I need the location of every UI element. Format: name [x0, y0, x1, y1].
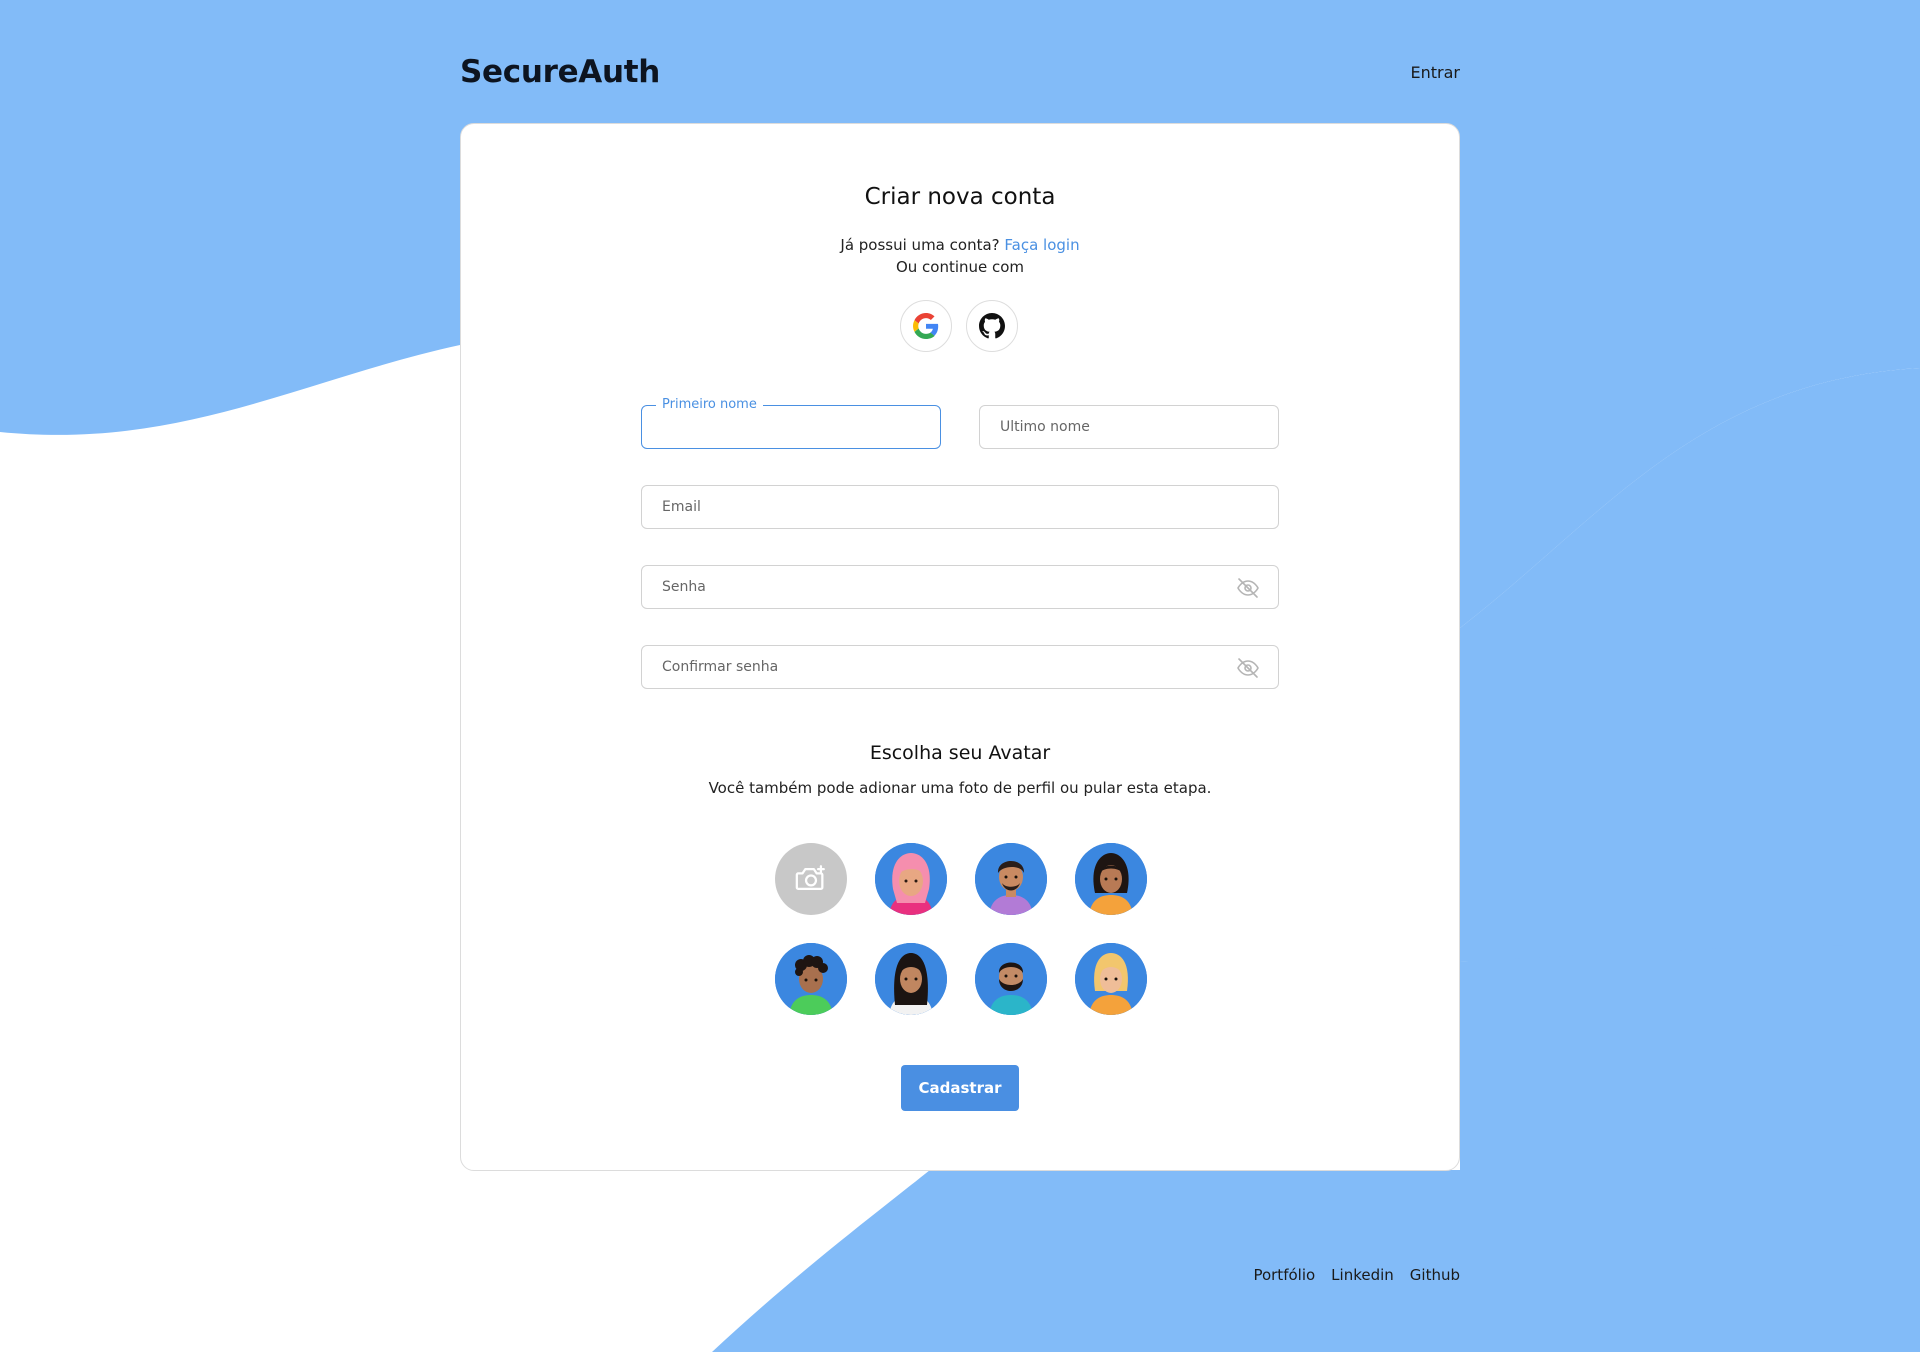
last-name-field[interactable]	[979, 405, 1279, 449]
last-name-input[interactable]	[980, 406, 1278, 448]
avatar-option-5[interactable]	[875, 943, 947, 1015]
avatar-option-4[interactable]	[775, 943, 847, 1015]
confirm-password-field[interactable]	[641, 645, 1279, 689]
page-title: Criar nova conta	[864, 184, 1056, 210]
first-name-input[interactable]	[642, 406, 940, 448]
password-field[interactable]	[641, 565, 1279, 609]
top-bar: SecureAuth Entrar	[460, 48, 1460, 96]
camera-plus-icon	[795, 865, 825, 891]
avatar-option-3[interactable]	[1075, 843, 1147, 915]
login-nav-link[interactable]: Entrar	[1411, 63, 1460, 82]
avatar-blonde-woman-icon	[1075, 943, 1147, 1015]
brand-logo: SecureAuth	[460, 54, 661, 90]
eye-off-icon[interactable]	[1236, 656, 1260, 680]
already-account-text: Já possui uma conta? Faça login	[0, 236, 1920, 254]
avatar-option-2[interactable]	[975, 843, 1047, 915]
avatar-man-purple-shirt-icon	[975, 843, 1047, 915]
email-input[interactable]	[642, 486, 1278, 528]
footer-link-github[interactable]: Github	[1410, 1266, 1460, 1284]
avatar-option-6[interactable]	[975, 943, 1047, 1015]
google-login-button[interactable]	[900, 300, 952, 352]
avatar-woman-orange-top-icon	[1075, 843, 1147, 915]
eye-off-icon[interactable]	[1236, 576, 1260, 600]
already-account-label: Já possui uma conta?	[840, 236, 1000, 254]
register-button[interactable]: Cadastrar	[901, 1065, 1019, 1111]
avatar-woman-long-hair-icon	[875, 943, 947, 1015]
upload-photo-button[interactable]	[775, 843, 847, 915]
footer-links: Portfólio Linkedin Github	[1253, 1266, 1460, 1284]
confirm-password-input[interactable]	[642, 646, 1278, 688]
password-input[interactable]	[642, 566, 1278, 608]
google-icon	[913, 313, 939, 339]
avatar-section-subtitle: Você também pode adionar uma foto de per…	[708, 779, 1212, 797]
login-link[interactable]: Faça login	[1004, 236, 1079, 254]
avatar-option-1[interactable]	[875, 843, 947, 915]
avatar-option-7[interactable]	[1075, 943, 1147, 1015]
first-name-field[interactable]: Primeiro nome	[641, 397, 941, 449]
github-login-button[interactable]	[966, 300, 1018, 352]
footer-link-linkedin[interactable]: Linkedin	[1331, 1266, 1394, 1284]
email-field[interactable]	[641, 485, 1279, 529]
continue-with-text: Ou continue com	[895, 258, 1025, 276]
github-icon	[979, 313, 1005, 339]
avatar-woman-pink-hair-icon	[875, 843, 947, 915]
avatar-bearded-man-icon	[975, 943, 1047, 1015]
footer-link-portfolio[interactable]: Portfólio	[1253, 1266, 1315, 1284]
avatar-boy-curly-hair-icon	[775, 943, 847, 1015]
avatar-section-title: Escolha seu Avatar	[869, 742, 1051, 764]
